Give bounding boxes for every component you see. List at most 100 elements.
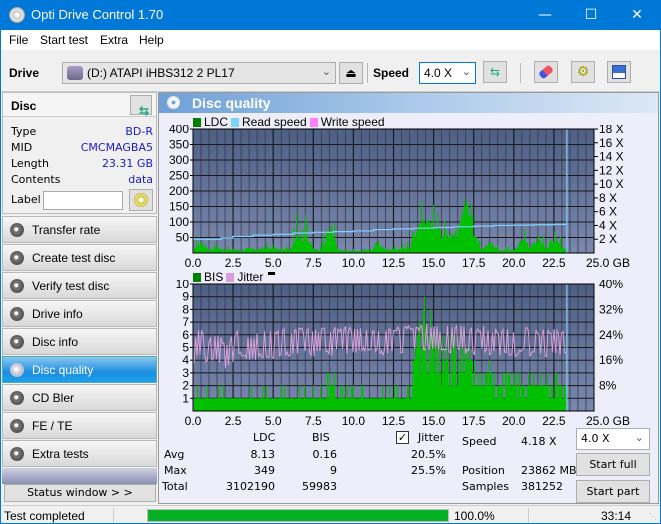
disc-label-button[interactable] [129, 189, 153, 211]
jitter-header: Jitter [418, 431, 445, 444]
x-tick-label: 17.5 [462, 414, 486, 428]
status-divider [528, 508, 529, 522]
resize-grip-icon[interactable]: ⋱ [649, 512, 657, 521]
position-value: 23862 MB [521, 464, 577, 477]
disc-quality-icon [167, 96, 180, 109]
x-tick-label: 22.5 [542, 256, 566, 270]
y-tick-label-left: 4 [182, 353, 189, 367]
y-tick-label-left: 9 [182, 290, 189, 304]
disc-contents-value: data [128, 173, 153, 186]
y-tick-label-right: 32% [599, 302, 623, 316]
toolbar-divider [367, 63, 368, 83]
nav-create-test-disc[interactable]: Create test disc [2, 244, 157, 271]
disc-info-panel: Disc ⇆ Type BD-R MID CMCMAGBA5 Length 23… [2, 92, 157, 214]
max-label: Max [164, 464, 187, 477]
disc-icon [134, 193, 148, 207]
nav-transfer-rate[interactable]: Transfer rate [2, 216, 157, 243]
speed-select-value: 4.0 X [424, 66, 453, 80]
y-tick-label-right: 14 X [599, 150, 624, 164]
y-tick-label-left: 350 [169, 138, 189, 152]
app-disc-icon [9, 7, 25, 23]
status-divider [113, 508, 114, 522]
eject-button[interactable]: ⏏ [339, 62, 363, 84]
app-window: Opti Drive Control 1.70 — ☐ ✕ File Start… [1, 0, 660, 523]
speed-label: Speed [373, 66, 410, 80]
save-button[interactable] [607, 61, 631, 83]
y-tick-label-left: 8 [182, 302, 189, 316]
disc-refresh-button[interactable]: ⇆ [130, 95, 152, 118]
menu-bar: File Start test Extra Help [1, 30, 660, 50]
disc-contents-label: Contents [11, 173, 61, 186]
nav-fe-te[interactable]: FE / TE [2, 412, 157, 439]
menu-help[interactable]: Help [139, 33, 164, 47]
nav-label: Create test disc [32, 251, 116, 265]
y-tick-label-right: 4 X [599, 218, 617, 232]
drive-select-value: (D:) ATAPI iHBS312 2 PL17 [87, 66, 235, 80]
jitter-checkbox[interactable]: ✓ [396, 431, 409, 444]
x-tick-label: 5.0 [265, 256, 282, 270]
test-speed-value: 4.0 X [581, 432, 610, 445]
bis-header: BIS [312, 431, 330, 444]
speed-label: Speed [462, 435, 497, 448]
ldc-total-value: 3102190 [226, 480, 275, 493]
menu-extra[interactable]: Extra [100, 33, 128, 47]
chevron-down-icon: ⌄ [634, 431, 644, 444]
toolbar-divider [520, 63, 521, 83]
menu-file[interactable]: File [9, 33, 28, 47]
speed-select[interactable]: 4.0 X ⌄ [419, 62, 476, 84]
y-tick-label-left: 7 [182, 315, 189, 329]
drive-select[interactable]: (D:) ATAPI iHBS312 2 PL17 ⌄ [62, 62, 336, 84]
gears-icon: ⚙ [576, 64, 590, 80]
status-window-button[interactable]: Status window > > [4, 484, 156, 502]
x-tick-label: 10.0 [342, 256, 366, 270]
close-button[interactable]: ✕ [614, 0, 660, 30]
bis-max-value: 9 [330, 464, 337, 477]
chevron-down-icon: ⌄ [461, 66, 471, 78]
nav-label: Disc quality [32, 363, 94, 377]
nav-label: Drive info [32, 307, 83, 321]
nav-disc-info[interactable]: Disc info [2, 328, 157, 355]
drive-label: Drive [9, 66, 40, 80]
x-tick-label: 15.0 [422, 256, 446, 270]
erase-button[interactable] [534, 61, 558, 83]
y-tick-label-right: 40% [599, 280, 623, 291]
y-tick-label-left: 6 [182, 328, 189, 342]
refresh-speed-button[interactable]: ⇆ [483, 61, 507, 83]
settings-button[interactable]: ⚙ [571, 61, 595, 83]
disc-label-input[interactable] [43, 191, 123, 210]
x-tick-label: 20.0 [502, 256, 526, 270]
nav-cd-bler[interactable]: CD Bler [2, 384, 157, 411]
panel-title: Disc quality [192, 95, 271, 111]
nav-drive-info[interactable]: Drive info [2, 300, 157, 327]
disc-quality-icon [10, 363, 24, 377]
x-tick-label: 22.5 [542, 414, 566, 428]
window-title: Opti Drive Control 1.70 [31, 7, 164, 22]
ldc-avg-value: 8.13 [250, 448, 276, 461]
disc-mid-row: MID CMCMAGBA5 [11, 141, 153, 157]
floppy-save-icon [612, 65, 626, 79]
nav-verify-test-disc[interactable]: Verify test disc [2, 272, 157, 299]
test-speed-select[interactable]: 4.0 X ⌄ [576, 428, 650, 450]
chevron-down-icon: ⌄ [321, 66, 331, 78]
x-tick-label: 20.0 [502, 414, 526, 428]
nav-label: CD Bler [32, 391, 75, 405]
cd-bler-icon [10, 391, 24, 405]
progress-bar [147, 509, 449, 522]
nav-label: Disc info [32, 335, 79, 349]
y-tick-label-right: 12 X [599, 163, 624, 177]
bis-chart: 12345678910 8% 16% 24% 32% 40% 0.0 2.5 5.0 7.5 10.… [176, 280, 630, 428]
x-tick-label: 0.0 [185, 414, 202, 428]
bis-avg-value: 0.16 [312, 448, 338, 461]
nav-disc-quality[interactable]: Disc quality [2, 356, 157, 383]
start-part-button[interactable]: Start part [576, 480, 650, 503]
y-tick-label-right: 18 X [599, 125, 624, 136]
disc-type-label: Type [11, 125, 37, 138]
minimize-button[interactable]: — [522, 0, 568, 30]
maximize-button[interactable]: ☐ [568, 0, 614, 30]
nav-extra-tests[interactable]: Extra tests [2, 440, 157, 467]
disc-mid-label: MID [11, 141, 33, 154]
start-full-button[interactable]: Start full [576, 453, 650, 476]
drive-info-icon [10, 307, 24, 321]
menu-start-test[interactable]: Start test [40, 33, 88, 47]
ldc-chart: 501001502002503003504002 X4 X6 X8 X10 X1… [169, 125, 630, 270]
